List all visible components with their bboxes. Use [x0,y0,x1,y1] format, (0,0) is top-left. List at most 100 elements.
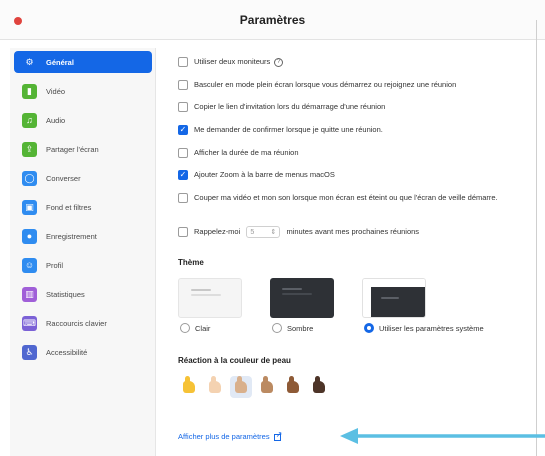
setting-checkbox[interactable] [178,148,188,158]
sidebar-item-8[interactable]: ▥ Statistiques [14,283,152,305]
sidebar-item-6[interactable]: ● Enregistrement [14,225,152,247]
preview-line [381,297,399,299]
accessibility-icon: ♿ [22,344,37,360]
window-title: Paramètres [239,13,306,27]
setting-label: Copier le lien d'invitation lors du déma… [194,102,386,111]
theme-system-radio[interactable] [364,323,374,333]
preview-dark-half [371,287,425,317]
thumbs-up-icon [235,376,247,393]
setting-label: Me demander de confirmer lorsque je quit… [194,125,383,134]
theme-light-option[interactable]: Clair [180,323,210,333]
setting-checkbox[interactable] [178,57,188,67]
preview-line [191,289,211,291]
sidebar-item-label: Partager l'écran [46,144,99,154]
setting-option-3: ✓ Me demander de confirmer lorsque je qui… [178,124,524,135]
skin-tone-option[interactable] [256,376,278,398]
reminder-label-before: Rappelez-moi [194,227,241,236]
setting-option-5: ✓ Ajouter Zoom à la barre de menus macOS [178,169,524,180]
profile-icon: ☺ [22,257,37,273]
skin-tone-option[interactable] [282,376,304,398]
reminder-minutes-value: 5 [250,228,255,236]
external-link-icon [273,430,282,441]
sidebar-item-label: Converser [46,173,81,183]
setting-label: Couper ma vidéo et mon son lorsque mon é… [194,193,498,202]
background-icon: ▣ [22,199,37,215]
setting-checkbox[interactable]: ✓ [178,125,188,135]
gear-icon: ⚙ [25,56,34,67]
setting-label: Utiliser deux moniteurs [194,57,271,66]
preview-line [191,294,221,296]
theme-dark-option[interactable]: Sombre [272,323,313,333]
preview-line [282,288,302,290]
theme-system-option[interactable]: Utiliser les paramètres système [364,323,484,333]
theme-dark-radio[interactable] [272,323,282,333]
record-icon: ● [22,228,37,244]
share-screen-icon: ⇪ [22,141,37,157]
setting-option-2: Copier le lien d'invitation lors du déma… [178,101,524,112]
general-settings-panel: Utiliser deux moniteurs? Basculer en mode… [170,48,530,456]
skin-tone-option[interactable] [204,376,226,398]
preview-line [282,293,312,295]
annotation-arrow-icon [340,428,545,444]
sidebar-item-label: Général [46,57,74,67]
sidebar-item-label: Vidéo [46,86,66,96]
sidebar-item-4[interactable]: ◯ Converser [14,167,152,189]
sidebar-item-2[interactable]: ♫ Audio [14,109,152,131]
settings-sidebar: ⚙ Général ▮ Vidéo ♫ Audio ⇪ Partager l'écran ◯ Co… [10,48,156,456]
chat-icon: ◯ [22,170,37,186]
setting-option-4: Afficher la durée de ma réunion [178,147,524,158]
sidebar-item-9[interactable]: ⌨ Raccourcis clavier [14,312,152,334]
skin-tone-option[interactable] [308,376,330,398]
reminder-label-after: minutes avant mes prochaines réunions [286,227,420,236]
keyboard-icon: ⌨ [22,315,37,331]
thumbs-up-icon [183,376,195,393]
sidebar-item-label: Statistiques [46,289,85,299]
help-icon[interactable]: ? [274,57,284,67]
theme-light-radio[interactable] [180,323,190,333]
thumbs-up-icon [209,376,221,393]
sidebar-item-5[interactable]: ▣ Fond et filtres [14,196,152,218]
statistics-icon: ▥ [22,286,37,302]
setting-checkbox[interactable] [178,193,188,203]
sidebar-item-7[interactable]: ☺ Profil [14,254,152,276]
sidebar-item-10[interactable]: ♿ Accessibilité [14,341,152,363]
reminder-checkbox[interactable] [178,227,188,237]
thumbs-up-icon [287,376,299,393]
thumbs-up-icon [261,376,273,393]
more-settings-label: Afficher plus de paramètres [178,432,270,441]
sidebar-item-0[interactable]: ⚙ Général [14,51,152,73]
sidebar-item-label: Accessibilité [46,347,88,357]
theme-dark-preview[interactable] [270,278,334,318]
setting-label: Ajouter Zoom à la barre de menus macOS [194,170,335,179]
sidebar-item-label: Audio [46,115,66,125]
skin-tone-option[interactable] [230,376,252,398]
thumbs-up-icon [313,376,325,393]
reminder-minutes-stepper[interactable]: 5 ⇕ [246,226,281,239]
theme-system-preview[interactable] [362,278,426,318]
skin-tone-option[interactable] [178,376,200,398]
sidebar-item-3[interactable]: ⇪ Partager l'écran [14,138,152,160]
sidebar-item-label: Profil [46,260,64,270]
theme-light-preview[interactable] [178,278,242,318]
setting-label: Basculer en mode plein écran lorsque vou… [194,80,457,89]
setting-checkbox[interactable]: ✓ [178,170,188,180]
theme-light-label: Clair [195,323,211,333]
theme-section-title: Thème [178,258,204,267]
setting-option-1: Basculer en mode plein écran lorsque vou… [178,79,524,90]
headphones-icon: ♫ [22,112,37,128]
video-icon: ▮ [22,83,37,99]
setting-label: Afficher la durée de ma réunion [194,148,299,157]
theme-dark-label: Sombre [287,323,314,333]
window-edge-divider [536,20,537,456]
title-bar: Paramètres [0,0,545,40]
sidebar-item-1[interactable]: ▮ Vidéo [14,80,152,102]
more-settings-link[interactable]: Afficher plus de paramètres [178,430,282,441]
setting-checkbox[interactable] [178,102,188,112]
sidebar-item-label: Raccourcis clavier [46,318,107,328]
preview-light-half [363,279,425,287]
skin-tone-section-title: Réaction à la couleur de peau [178,356,291,365]
setting-checkbox[interactable] [178,80,188,90]
sidebar-item-label: Fond et filtres [46,202,92,212]
setting-option-6: Couper ma vidéo et mon son lorsque mon é… [178,192,524,203]
theme-system-label: Utiliser les paramètres système [379,323,484,333]
